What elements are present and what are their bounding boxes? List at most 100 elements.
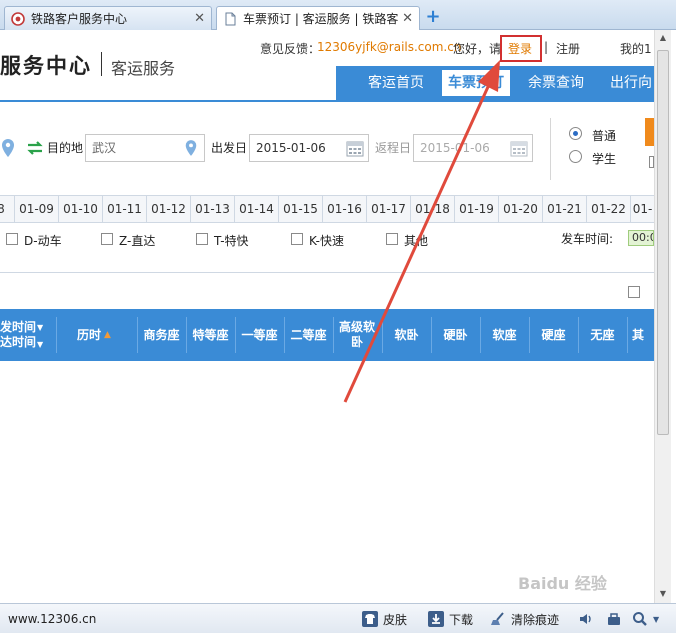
vertical-scrollbar[interactable]: ▲ ▼ bbox=[654, 30, 671, 603]
col-time[interactable]: 发时间 达时间 bbox=[0, 309, 52, 361]
column-separator bbox=[627, 317, 628, 353]
watermark-text: Baidu 经验 bbox=[518, 574, 607, 593]
depart-time-select[interactable]: 00:00 bbox=[628, 230, 654, 246]
date-tab[interactable]: 01-22 bbox=[586, 196, 630, 223]
scrollbar-thumb[interactable] bbox=[657, 50, 669, 435]
close-tab-icon[interactable]: ✕ bbox=[402, 11, 413, 26]
return-date-input[interactable]: 2015-01-06 bbox=[413, 134, 533, 162]
date-tab[interactable]: 01-13 bbox=[190, 196, 234, 223]
form-divider bbox=[550, 118, 551, 180]
filter-t-checkbox[interactable] bbox=[196, 233, 208, 245]
col-seat: 无座 bbox=[590, 327, 615, 342]
calendar-icon[interactable] bbox=[346, 139, 364, 157]
filter-k-checkbox[interactable] bbox=[291, 233, 303, 245]
date-tab[interactable]: 01-11 bbox=[102, 196, 146, 223]
date-tab[interactable]: 01-18 bbox=[410, 196, 454, 223]
date-tab[interactable]: 01-19 bbox=[454, 196, 498, 223]
tab-title: 铁路客户服务中心 bbox=[31, 12, 128, 26]
date-tab[interactable]: 01- bbox=[630, 196, 654, 223]
filter-other-checkbox[interactable] bbox=[386, 233, 398, 245]
date-tab[interactable]: 01-16 bbox=[322, 196, 366, 223]
date-tab[interactable]: 01-09 bbox=[14, 196, 58, 223]
depart-date-input[interactable]: 2015-01-06 bbox=[249, 134, 369, 162]
filter-z-checkbox[interactable] bbox=[101, 233, 113, 245]
ticket-type-student-radio[interactable] bbox=[569, 150, 582, 163]
sort-down-icon[interactable]: ▼ bbox=[37, 323, 43, 332]
section-divider bbox=[0, 272, 654, 273]
date-tab[interactable]: 01-20 bbox=[498, 196, 542, 223]
results-table-header: 发时间 达时间 ▼ ▼ 历时 ▲ 商务座 特等座 一等座 二等座 高级软卧 软卧… bbox=[0, 309, 654, 361]
nav-item-remaining-tickets[interactable]: 余票查询 bbox=[528, 66, 584, 100]
query-button-edge[interactable] bbox=[645, 118, 654, 146]
browser-tab-ticket-booking[interactable]: 车票预订 | 客运服务 | 铁路客 ✕ bbox=[216, 6, 420, 30]
ticket-type-normal-radio[interactable] bbox=[569, 127, 582, 140]
depart-date-value: 2015-01-06 bbox=[256, 141, 326, 155]
my-account-link[interactable]: 我的1 bbox=[620, 40, 654, 57]
ticket-type-student-label: 学生 bbox=[592, 152, 617, 166]
speaker-icon bbox=[580, 614, 591, 624]
date-tab[interactable]: 01-21 bbox=[542, 196, 586, 223]
date-tab[interactable]: 01-12 bbox=[146, 196, 190, 223]
shirt-icon bbox=[362, 611, 378, 627]
date-tab[interactable]: 01-15 bbox=[278, 196, 322, 223]
tools-button[interactable] bbox=[606, 610, 627, 628]
new-tab-plus-icon[interactable]: + bbox=[424, 8, 442, 26]
show-all-checkbox[interactable] bbox=[628, 286, 640, 298]
col-seat: 其 bbox=[632, 327, 645, 342]
col-seat: 高级软卧 bbox=[338, 320, 375, 349]
scroll-down-icon[interactable]: ▼ bbox=[655, 586, 671, 602]
register-link[interactable]: 注册 bbox=[556, 40, 580, 57]
ticket-type-normal-label: 普通 bbox=[592, 129, 617, 143]
site-logo-text: 服务中心 bbox=[0, 53, 92, 78]
col-seat: 硬卧 bbox=[443, 327, 468, 342]
calendar-icon[interactable] bbox=[510, 139, 528, 157]
browser-tab-railway-home[interactable]: 铁路客户服务中心 ✕ bbox=[4, 6, 212, 30]
date-strip: 8 01-09 01-10 01-11 01-12 01-13 01-14 01… bbox=[0, 195, 654, 223]
filter-z-label: Z-直达 bbox=[119, 234, 156, 248]
download-button[interactable]: 下载 bbox=[428, 610, 473, 628]
skin-button[interactable]: 皮肤 bbox=[362, 610, 407, 628]
destination-value: 武汉 bbox=[92, 141, 117, 155]
sort-up-icon: ▲ bbox=[104, 329, 111, 340]
filter-k-label: K-快速 bbox=[309, 234, 344, 248]
zoom-button[interactable]: ▼ bbox=[632, 610, 659, 628]
date-tab[interactable]: 01-14 bbox=[234, 196, 278, 223]
main-nav-bar: 客运首页 车票预订 余票查询 出行向 bbox=[336, 66, 654, 100]
filter-other-label: 其他 bbox=[404, 234, 429, 248]
browser-status-bar: www.12306.cn 皮肤 下载 清除痕迹 ▼ bbox=[0, 603, 676, 633]
download-label: 下载 bbox=[449, 612, 474, 627]
header-separator: | bbox=[544, 40, 549, 54]
feedback-email-link[interactable]: 12306yjfk@rails.com.cn bbox=[317, 40, 461, 54]
download-icon bbox=[428, 611, 444, 627]
date-tab[interactable]: 01-10 bbox=[58, 196, 102, 223]
nav-item-travel[interactable]: 出行向 bbox=[610, 66, 654, 100]
login-link[interactable]: 登录 bbox=[508, 40, 532, 57]
site-sub-logo: 客运服务 bbox=[111, 59, 176, 78]
close-tab-icon[interactable]: ✕ bbox=[194, 11, 205, 26]
return-date-label: 返程日 bbox=[375, 141, 412, 155]
filter-d-label: D-动车 bbox=[24, 234, 62, 248]
filter-d-checkbox[interactable] bbox=[6, 233, 18, 245]
depart-time-label: 发车时间: bbox=[561, 232, 614, 246]
col-duration[interactable]: 历时 ▲ bbox=[60, 309, 128, 361]
nav-item-home[interactable]: 客运首页 bbox=[368, 66, 424, 100]
page-icon bbox=[225, 12, 236, 25]
swap-stations-icon[interactable] bbox=[26, 140, 44, 156]
column-separator bbox=[333, 317, 334, 353]
sort-down-icon[interactable]: ▼ bbox=[37, 340, 43, 349]
clear-history-button[interactable]: 清除痕迹 bbox=[490, 610, 559, 628]
column-separator bbox=[56, 317, 57, 353]
date-tab[interactable]: 01-17 bbox=[366, 196, 410, 223]
destination-input[interactable]: 武汉 bbox=[85, 134, 205, 162]
scroll-up-icon[interactable]: ▲ bbox=[655, 30, 671, 46]
volume-button[interactable] bbox=[578, 610, 599, 628]
col-seat: 软卧 bbox=[394, 327, 419, 342]
header-divider bbox=[101, 52, 102, 76]
date-tab[interactable]: 8 bbox=[0, 196, 12, 223]
filter-t-label: T-特快 bbox=[214, 234, 249, 248]
depart-date-label: 出发日 bbox=[211, 141, 248, 155]
col-seat: 商务座 bbox=[143, 327, 180, 342]
skin-label: 皮肤 bbox=[383, 612, 408, 627]
nav-item-booking[interactable]: 车票预订 bbox=[442, 70, 510, 96]
browser-tab-bar: 铁路客户服务中心 ✕ 车票预订 | 客运服务 | 铁路客 ✕ + bbox=[0, 0, 676, 30]
